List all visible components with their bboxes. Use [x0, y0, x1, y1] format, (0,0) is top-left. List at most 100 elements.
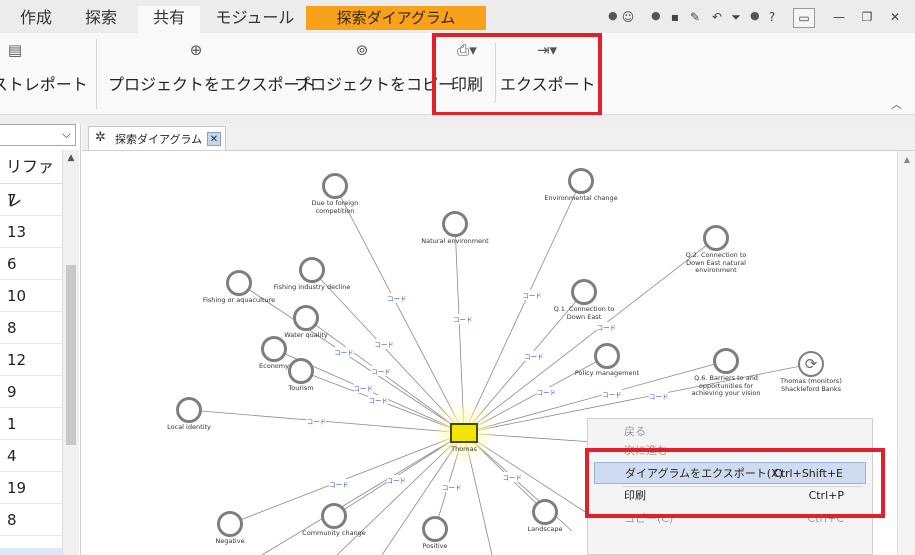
center-node-label: Thomas [451, 445, 477, 453]
edge-label-code: コード [596, 321, 617, 332]
edge-label-code: コード [522, 290, 542, 301]
center-node-thomas[interactable] [450, 423, 478, 443]
diagram-edge [188, 409, 465, 434]
tab-create[interactable]: 作成 [10, 6, 62, 30]
dot-icon: ● [651, 9, 661, 22]
chevron-down-icon: ⌵ [61, 127, 71, 141]
node-label: Environmental change [544, 194, 618, 202]
menu-bar: 作成 探索 共有 モジュール 探索ダイアグラム ● ☺ ● ▪ ✎ ↶ ⏷ ● … [0, 0, 915, 33]
ribbon-highlight-box [432, 33, 602, 116]
edge-label-code: コード [502, 472, 523, 483]
edge-label-code: コード [442, 481, 462, 492]
edit-icon[interactable]: ✎ [684, 8, 706, 26]
list-item[interactable]: 8 [0, 504, 62, 536]
edge-label-code: コード [536, 386, 557, 397]
edge-label-code: コード [386, 474, 406, 485]
node-label: Natural environment [421, 237, 489, 245]
save-icon[interactable]: ▪ [664, 8, 686, 26]
list-item[interactable]: 4 [0, 440, 62, 472]
comment-icon[interactable]: ▭ [793, 8, 815, 28]
dot-icon: ● [750, 9, 760, 22]
tab-explore-diagram-document[interactable]: ✲ 探索ダイアグラム ✕ [88, 126, 226, 150]
list-item[interactable]: 1 [0, 408, 62, 440]
minimize-icon[interactable]: — [828, 8, 850, 26]
edge-label-code: コード [306, 416, 327, 427]
scroll-up-icon[interactable]: ▲ [898, 155, 915, 164]
export-project-button[interactable]: ⊕ プロジェクトをエクスポート [108, 33, 316, 114]
diagram-icon: ✲ [95, 130, 106, 145]
edge-label-code: コード [368, 394, 388, 405]
code-node[interactable] [321, 503, 347, 529]
close-icon[interactable]: ✕ [884, 8, 906, 26]
code-node[interactable] [594, 343, 620, 369]
code-node[interactable] [226, 270, 252, 296]
diagram-edge [454, 223, 465, 434]
tab-module[interactable]: モジュール [212, 6, 298, 30]
node-label: Due to foreign competition [311, 199, 359, 215]
collapse-ribbon-icon[interactable]: ︿ [891, 96, 902, 112]
list-item[interactable]: 8 [0, 312, 62, 344]
tab-explore-diagram[interactable]: 探索ダイアグラム [306, 6, 486, 30]
text-report-button[interactable]: ▤ キストレポート [0, 33, 92, 114]
context-menu-highlight-box [585, 448, 885, 518]
code-node[interactable] [532, 499, 558, 525]
selected-row-strip [0, 548, 62, 555]
node-label: Thomas (monitors) Shackleford Banks [780, 377, 842, 393]
list-item[interactable]: 13 [0, 216, 62, 248]
code-node[interactable] [217, 511, 243, 537]
help-icon[interactable]: ? [761, 8, 783, 26]
copy-project-button[interactable]: ⊚ プロジェクトをコピー [294, 33, 454, 114]
account-icon[interactable]: ☺ [617, 8, 639, 26]
column-header-references[interactable]: リファレ [0, 150, 62, 210]
text-report-icon: ▤ [7, 41, 23, 59]
code-node[interactable] [176, 397, 202, 423]
edge-label-code: コード [453, 314, 473, 325]
node-label: Negative [215, 537, 245, 545]
code-node[interactable] [568, 168, 594, 194]
list-item[interactable]: 10 [0, 280, 62, 312]
code-node[interactable] [322, 173, 348, 199]
restore-icon[interactable]: ❐ [856, 8, 878, 26]
list-item[interactable]: 9 [0, 376, 62, 408]
code-node[interactable] [288, 358, 314, 384]
export-project-icon: ⊕ [189, 41, 203, 59]
code-node[interactable] [261, 336, 287, 362]
edge-label-code: コード [602, 389, 622, 400]
code-node[interactable] [571, 279, 597, 305]
scroll-up-icon[interactable]: ▲ [63, 150, 79, 166]
list-item[interactable]: 6 [0, 248, 62, 280]
tab-share[interactable]: 共有 [138, 6, 200, 33]
code-node[interactable] [293, 305, 319, 331]
node-label: Local identity [167, 423, 211, 431]
node-label: Community change [302, 529, 366, 537]
scope-dropdown[interactable]: ⌵ [0, 124, 76, 146]
node-label: Positive [422, 542, 448, 550]
edge-label-code: コード [371, 365, 391, 376]
list-item[interactable]: 12 [0, 344, 62, 376]
ribbon-divider [96, 39, 97, 109]
node-label: Policy management [574, 369, 640, 377]
left-scrollbar[interactable]: ▲ [62, 150, 79, 555]
code-node[interactable] [442, 211, 468, 237]
code-node[interactable] [299, 257, 325, 283]
tab-explore[interactable]: 探索 [76, 6, 126, 30]
code-node[interactable] [422, 516, 448, 542]
edge-label-code: コード [374, 339, 394, 350]
edge-label-code: コード [524, 351, 544, 362]
case-node-refresh-icon[interactable]: ⟳ [798, 351, 824, 377]
list-item[interactable]: 19 [0, 472, 62, 504]
dropdown-icon[interactable]: ⏷ [725, 8, 747, 26]
scroll-thumb[interactable] [66, 265, 76, 445]
node-label: Fishing industry decline [273, 283, 351, 291]
canvas-scrollbar[interactable]: ▲ [897, 151, 915, 555]
copy-project-icon: ⊚ [355, 41, 369, 59]
edge-label-code: コード [387, 293, 407, 304]
edge-label-code: コード [334, 346, 354, 357]
code-node[interactable] [703, 225, 729, 251]
edge-label-code: コード [648, 391, 669, 402]
close-tab-icon[interactable]: ✕ [207, 132, 221, 146]
list-item[interactable]: 7 [0, 184, 62, 216]
code-node[interactable] [713, 348, 739, 374]
ribbon-separator-band [0, 115, 915, 124]
node-label: Landscape [527, 525, 563, 533]
